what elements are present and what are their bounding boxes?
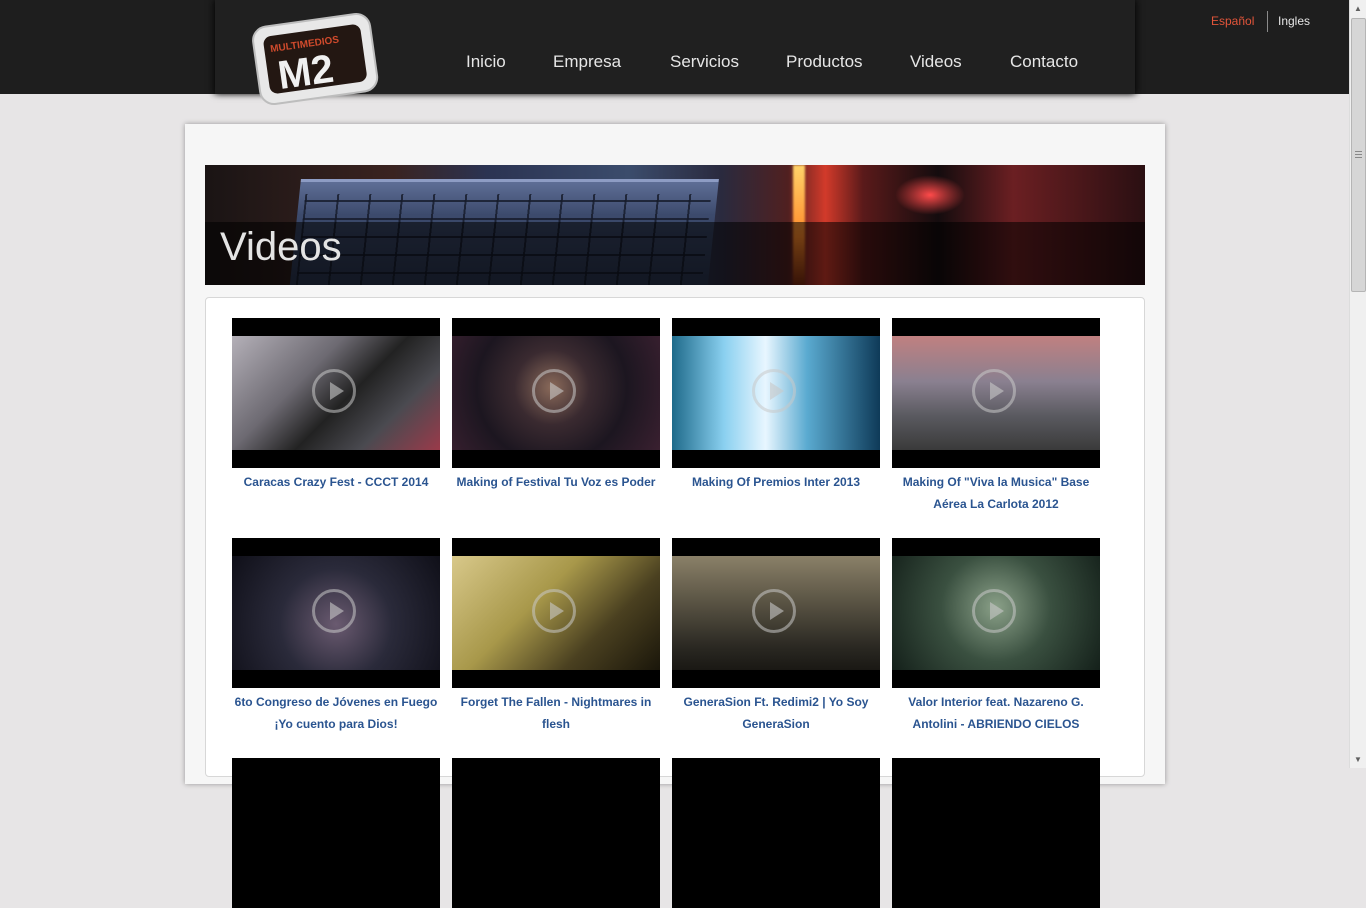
scroll-up-arrow-icon[interactable]: ▲ — [1350, 0, 1366, 17]
vertical-scrollbar[interactable]: ▲ ▼ — [1349, 0, 1366, 768]
play-icon[interactable] — [312, 589, 356, 633]
logo[interactable]: MULTIMEDIOS M2 — [248, 6, 382, 110]
page-title: Videos — [220, 225, 342, 269]
video-item: 6to Congreso de Jóvenes en Fuego ¡Yo cue… — [232, 538, 440, 735]
video-thumbnail[interactable] — [672, 538, 880, 688]
video-title-link[interactable]: 6to Congreso de Jóvenes en Fuego ¡Yo cue… — [232, 691, 440, 735]
video-item: Forget The Fallen - Nightmares in flesh — [452, 538, 660, 735]
video-thumbnail[interactable] — [232, 758, 440, 908]
video-title-link[interactable]: Caracas Crazy Fest - CCCT 2014 — [232, 471, 440, 493]
play-icon[interactable] — [752, 589, 796, 633]
play-icon[interactable] — [752, 369, 796, 413]
video-item: Making of Festival Tu Voz es Poder — [452, 318, 660, 493]
video-thumbnail[interactable] — [672, 758, 880, 908]
nav-servicios[interactable]: Servicios — [670, 52, 739, 72]
video-item: GeneraSion Ft. Redimi2 | Yo Soy GeneraSi… — [672, 538, 880, 735]
video-thumbnail[interactable] — [232, 538, 440, 688]
video-item-partial — [892, 758, 1100, 908]
play-icon[interactable] — [312, 369, 356, 413]
lang-divider — [1267, 11, 1268, 32]
video-title-link[interactable]: Forget The Fallen - Nightmares in flesh — [452, 691, 660, 735]
video-thumbnail[interactable] — [672, 318, 880, 468]
video-title-link[interactable]: Making of Festival Tu Voz es Poder — [452, 471, 660, 493]
video-thumbnail[interactable] — [452, 538, 660, 688]
nav-empresa[interactable]: Empresa — [553, 52, 621, 72]
lang-ingles[interactable]: Ingles — [1278, 14, 1310, 28]
video-thumbnail[interactable] — [892, 538, 1100, 688]
banner-overlay — [205, 222, 1145, 285]
video-item: Making Of "Viva la Musica" Base Aérea La… — [892, 318, 1100, 515]
video-thumbnail[interactable] — [452, 318, 660, 468]
video-title-link[interactable]: Valor Interior feat. Nazareno G. Antolin… — [892, 691, 1100, 735]
video-thumbnail[interactable] — [232, 318, 440, 468]
nav-contacto[interactable]: Contacto — [1010, 52, 1078, 72]
video-item: Caracas Crazy Fest - CCCT 2014 — [232, 318, 440, 493]
nav-videos[interactable]: Videos — [910, 52, 962, 72]
page-banner: Videos — [205, 165, 1145, 285]
lang-espanol[interactable]: Español — [1211, 14, 1254, 28]
video-title-link[interactable]: Making Of "Viva la Musica" Base Aérea La… — [892, 471, 1100, 515]
nav-productos[interactable]: Productos — [786, 52, 863, 72]
grip-icon — [1355, 151, 1362, 158]
logo-text-main: M2 — [275, 47, 336, 98]
video-title-link[interactable]: Making Of Premios Inter 2013 — [672, 471, 880, 493]
play-icon[interactable] — [532, 589, 576, 633]
play-icon[interactable] — [532, 369, 576, 413]
scroll-thumb[interactable] — [1351, 18, 1366, 292]
video-item-partial — [232, 758, 440, 908]
video-title-link[interactable]: GeneraSion Ft. Redimi2 | Yo Soy GeneraSi… — [672, 691, 880, 735]
video-item: Making Of Premios Inter 2013 — [672, 318, 880, 493]
video-item: Valor Interior feat. Nazareno G. Antolin… — [892, 538, 1100, 735]
video-item-partial — [452, 758, 660, 908]
play-icon[interactable] — [972, 589, 1016, 633]
video-thumbnail[interactable] — [892, 758, 1100, 908]
video-thumbnail[interactable] — [892, 318, 1100, 468]
banner-image-glow — [895, 175, 965, 215]
video-thumbnail[interactable] — [452, 758, 660, 908]
play-icon[interactable] — [972, 369, 1016, 413]
scroll-down-arrow-icon[interactable]: ▼ — [1350, 751, 1366, 768]
video-item-partial — [672, 758, 880, 908]
nav-inicio[interactable]: Inicio — [466, 52, 506, 72]
